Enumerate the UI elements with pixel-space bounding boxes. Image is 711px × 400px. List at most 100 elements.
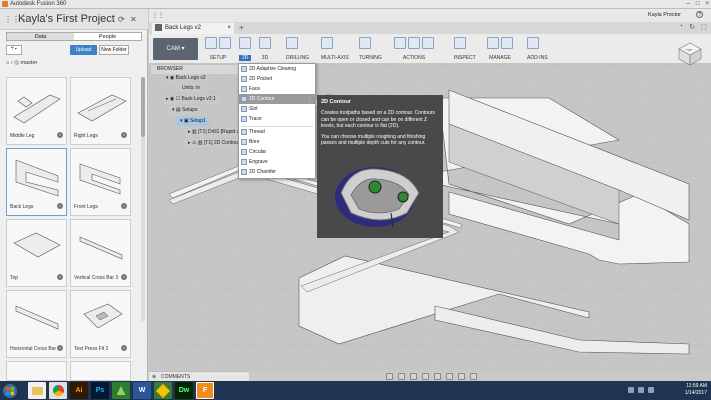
extension-icon[interactable]: ⬚ xyxy=(700,23,707,31)
thumbnail-card[interactable]: Top i xyxy=(6,219,67,287)
display-settings-icon[interactable] xyxy=(446,372,453,380)
close-button[interactable]: × xyxy=(705,1,709,7)
menu-item-2d-adaptive[interactable]: 2D Adaptive Clearing xyxy=(239,64,315,74)
illustrator-taskbar-icon[interactable]: Ai xyxy=(70,382,88,399)
branch-selector[interactable]: ⑂▾ xyxy=(6,45,22,55)
tree-drill-op[interactable]: ▸ ▥ [T1] Drill1 [Rapid sr xyxy=(185,128,244,137)
2d-group[interactable]: 2D xyxy=(239,37,252,63)
zoom-icon[interactable] xyxy=(422,372,429,380)
info-icon[interactable]: i xyxy=(121,345,127,351)
word-taskbar-icon[interactable]: W xyxy=(133,382,151,399)
orbit-icon[interactable] xyxy=(386,372,393,380)
info-icon[interactable]: i xyxy=(57,274,63,280)
dreamweaver-taskbar-icon[interactable]: Dw xyxy=(175,382,193,399)
turning-group[interactable]: TURNING xyxy=(359,37,382,63)
3d-group[interactable]: 3D xyxy=(259,37,271,63)
tray-up-icon[interactable] xyxy=(628,387,634,393)
info-icon[interactable]: i xyxy=(57,345,63,351)
minimize-button[interactable]: – xyxy=(687,1,690,7)
thumbnail-card[interactable] xyxy=(6,361,67,381)
info-icon[interactable]: i xyxy=(121,274,127,280)
drilling-group[interactable]: DRILLING xyxy=(286,37,309,63)
menu-item-slot[interactable]: Slot xyxy=(239,104,315,114)
tree-root[interactable]: ▾ ◉ Back Legs v2 xyxy=(163,74,209,83)
setup-group[interactable]: SETUP xyxy=(205,37,231,63)
home-icon[interactable]: ⌂ › ◎ xyxy=(6,60,19,66)
inspect-group[interactable]: INSPECT xyxy=(454,37,476,63)
thumbnail-card[interactable]: Back Legs i xyxy=(6,148,67,216)
viewcube[interactable]: TOP xyxy=(677,41,703,67)
panel-scrollbar[interactable] xyxy=(141,77,145,321)
new-folder-button[interactable]: New Folder xyxy=(99,45,129,55)
menu-item-2d-chamfer[interactable]: 2D Chamfer xyxy=(239,167,315,177)
fusion-taskbar-icon[interactable]: F xyxy=(196,382,214,399)
explorer-taskbar-icon[interactable] xyxy=(28,382,46,399)
info-icon[interactable]: i xyxy=(121,203,127,209)
project-title: Kayla's First Project xyxy=(18,13,115,25)
info-icon[interactable]: i xyxy=(57,203,63,209)
app-grid-icon[interactable]: ⋮⋮ xyxy=(152,12,164,19)
menu-item-engrave[interactable]: Engrave xyxy=(239,157,315,167)
breadcrumb-branch[interactable]: master xyxy=(21,60,38,66)
info-icon[interactable]: i xyxy=(57,132,63,138)
window-controls: – □ × xyxy=(687,1,709,7)
workspace-switcher[interactable]: CAM ▾ xyxy=(153,38,198,60)
viewports-icon[interactable] xyxy=(470,372,477,380)
thumbnail-card[interactable]: Horizontal Cross Bar i xyxy=(6,290,67,358)
tree-units[interactable]: Units: in xyxy=(179,84,204,93)
actions-group[interactable]: ACTIONS xyxy=(394,37,434,63)
menu-item-face[interactable]: Face xyxy=(239,84,315,94)
menu-item-2d-contour[interactable]: 2D Contour ⋮ xyxy=(239,94,315,104)
menu-item-bore[interactable]: Bore xyxy=(239,137,315,147)
pan-icon[interactable] xyxy=(410,372,417,380)
windows-start-icon[interactable] xyxy=(3,384,17,398)
manage-group[interactable]: MANAGE xyxy=(487,37,513,63)
scrollbar-thumb[interactable] xyxy=(141,77,145,137)
thumbnail-card[interactable]: Front Legs i xyxy=(70,148,131,216)
tray-network-icon[interactable] xyxy=(638,387,644,393)
refresh-icon[interactable]: ⟳ xyxy=(118,15,125,24)
upload-button[interactable]: Upload xyxy=(70,45,97,55)
add-comment-icon[interactable]: ⊕ xyxy=(152,372,158,380)
close-tab-icon[interactable]: × xyxy=(227,23,231,33)
thumbnail-card[interactable]: Vertical Cross Bar 3 i xyxy=(70,219,131,287)
job-status-icon[interactable]: ↻ xyxy=(689,23,695,31)
notification-icon[interactable]: ◔ xyxy=(679,23,683,30)
thumbnail-card[interactable]: Test Press Fit 2 i xyxy=(70,290,131,358)
info-icon[interactable]: i xyxy=(121,132,127,138)
browser-header[interactable]: BROWSER xyxy=(151,65,251,74)
tree-setups[interactable]: ▾ ▤ Setups xyxy=(169,106,201,115)
app-taskbar-icon[interactable] xyxy=(112,382,130,399)
menu-item-trace[interactable]: Trace xyxy=(239,114,315,124)
fit-icon[interactable] xyxy=(434,372,441,380)
app-taskbar-icon[interactable] xyxy=(154,382,172,399)
maximize-button[interactable]: □ xyxy=(696,1,700,7)
multi-axis-group[interactable]: MULTI-AXIS xyxy=(321,37,349,63)
document-tab[interactable]: Back Legs v2 × xyxy=(152,23,234,34)
comments-bar[interactable]: ⊕ COMMENTS xyxy=(149,371,249,381)
system-clock[interactable]: 11:59 AM 1/14/2017 xyxy=(685,383,707,397)
photoshop-taskbar-icon[interactable]: Ps xyxy=(91,382,109,399)
tree-contour-op[interactable]: ▸ ⚠ ▥ [T1] 2D Contour xyxy=(185,139,243,148)
grid-settings-icon[interactable] xyxy=(458,372,465,380)
thumbnail-card[interactable] xyxy=(70,361,131,381)
breadcrumb[interactable]: ⌂ › ◎ master xyxy=(6,60,37,66)
tab-people[interactable]: People xyxy=(74,33,141,40)
new-tab-icon[interactable]: + xyxy=(239,23,244,32)
tree-component[interactable]: ▸ ◉ ☐ Back Legs v2:1 xyxy=(163,95,219,104)
thumbnail-card[interactable]: Middle Leg i xyxy=(6,77,67,145)
menu-label: 2D Pocket xyxy=(249,76,273,82)
tree-setup1[interactable]: ▾ ▣ Setup1 xyxy=(177,117,209,126)
menu-item-thread[interactable]: Thread xyxy=(239,127,315,137)
help-icon[interactable]: ? xyxy=(696,11,703,18)
menu-item-2d-pocket[interactable]: 2D Pocket xyxy=(239,74,315,84)
add-ins-group[interactable]: ADD-INS xyxy=(527,37,548,63)
menu-item-circular[interactable]: Circular xyxy=(239,147,315,157)
tab-data[interactable]: Data xyxy=(7,33,74,40)
look-at-icon[interactable] xyxy=(398,372,405,380)
user-name[interactable]: Kayla Proctor xyxy=(648,12,681,18)
tray-volume-icon[interactable] xyxy=(648,387,654,393)
thumbnail-card[interactable]: Right Legs i xyxy=(70,77,131,145)
chrome-taskbar-icon[interactable] xyxy=(49,382,67,399)
close-panel-icon[interactable]: ✕ xyxy=(130,15,137,24)
